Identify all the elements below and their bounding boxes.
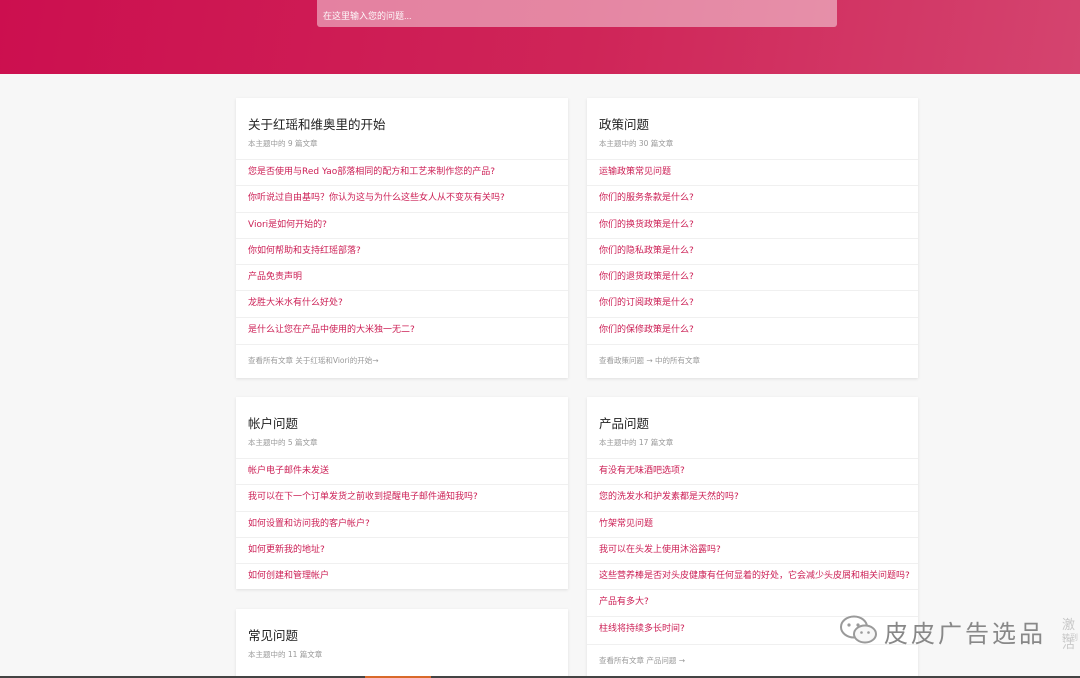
search-input[interactable] bbox=[317, 0, 837, 27]
article-list: 您是否使用与Red Yao部落相同的配方和工艺来制作您的产品? 你听说过自由基吗… bbox=[236, 159, 568, 343]
view-all-link[interactable]: 查看政策问题 → 中的所有文章 bbox=[587, 344, 918, 366]
article-link[interactable]: 产品免责声明 bbox=[236, 264, 568, 290]
article-link[interactable]: Viori是如何开始的? bbox=[236, 211, 568, 238]
topic-title[interactable]: 帐户问题 bbox=[248, 413, 298, 432]
article-link[interactable]: 你们的退货政策是什么? bbox=[587, 264, 918, 290]
article-link[interactable]: 竹架常见问题 bbox=[587, 510, 918, 537]
topic-title[interactable]: 常见问题 bbox=[248, 625, 298, 644]
activation-subtext: 转到 bbox=[1062, 633, 1078, 642]
hero-banner bbox=[0, 0, 1080, 74]
wechat-icon bbox=[840, 615, 877, 644]
topic-article-count: 本主题中的 9 篇文章 bbox=[248, 139, 318, 148]
topic-article-count: 本主题中的 30 篇文章 bbox=[599, 139, 674, 148]
article-link[interactable]: 如何设置和访问我的客户帐户? bbox=[236, 510, 568, 537]
article-list: 帐户电子邮件未发送 我可以在下一个订单发货之前收到提醒电子邮件通知我吗? 如何设… bbox=[236, 458, 568, 589]
article-link[interactable]: 龙胜大米水有什么好处? bbox=[236, 290, 568, 316]
topic-title[interactable]: 关于红瑶和维奥里的开始 bbox=[248, 114, 386, 133]
article-link[interactable]: 我可以在头发上使用沐浴露吗? bbox=[587, 536, 918, 563]
topic-title[interactable]: 政策问题 bbox=[599, 114, 649, 133]
article-link[interactable]: 如何更新我的地址? bbox=[236, 536, 568, 563]
article-link[interactable]: 您是否使用与Red Yao部落相同的配方和工艺来制作您的产品? bbox=[236, 159, 568, 185]
article-link[interactable]: 有没有无味酒吧选项? bbox=[587, 458, 918, 484]
article-link[interactable]: 你们的隐私政策是什么? bbox=[587, 237, 918, 264]
article-link[interactable]: 您的洗发水和护发素都是天然的吗? bbox=[587, 484, 918, 510]
article-link[interactable]: 你如何帮助和支持红瑶部落? bbox=[236, 237, 568, 264]
topic-card: 常见问题 本主题中的 11 篇文章 bbox=[236, 609, 568, 678]
topic-card: 政策问题 本主题中的 30 篇文章 运输政策常见问题 你们的服务条款是什么? 你… bbox=[587, 98, 918, 378]
article-link[interactable]: 是什么让您在产品中使用的大米独一无二? bbox=[236, 316, 568, 343]
topic-title[interactable]: 产品问题 bbox=[599, 413, 649, 432]
watermark-text: 皮皮广告选品 bbox=[884, 620, 1046, 648]
watermark: 皮皮广告选品 激活 转到 bbox=[838, 612, 1080, 652]
article-link[interactable]: 运输政策常见问题 bbox=[587, 159, 918, 185]
article-link[interactable]: 你们的订阅政策是什么? bbox=[587, 290, 918, 316]
article-link[interactable]: 你们的换货政策是什么? bbox=[587, 211, 918, 238]
article-link[interactable]: 你听说过自由基吗？你认为这与为什么这些女人从不变灰有关吗? bbox=[236, 185, 568, 211]
article-link[interactable]: 我可以在下一个订单发货之前收到提醒电子邮件通知我吗? bbox=[236, 484, 568, 510]
article-link[interactable]: 你们的服务条款是什么? bbox=[587, 185, 918, 211]
article-link[interactable]: 如何创建和管理帐户 bbox=[236, 563, 568, 589]
topic-card: 关于红瑶和维奥里的开始 本主题中的 9 篇文章 您是否使用与Red Yao部落相… bbox=[236, 98, 568, 378]
topic-article-count: 本主题中的 11 篇文章 bbox=[248, 650, 323, 659]
view-all-link[interactable]: 查看所有文章 关于红瑶和Viori的开始→ bbox=[236, 344, 568, 366]
topic-article-count: 本主题中的 17 篇文章 bbox=[599, 438, 674, 447]
article-list: 运输政策常见问题 你们的服务条款是什么? 你们的换货政策是什么? 你们的隐私政策… bbox=[587, 159, 918, 343]
view-all-link[interactable]: 查看所有文章 产品问题 → bbox=[587, 644, 918, 666]
topic-card: 帐户问题 本主题中的 5 篇文章 帐户电子邮件未发送 我可以在下一个订单发货之前… bbox=[236, 397, 568, 589]
article-link[interactable]: 帐户电子邮件未发送 bbox=[236, 458, 568, 484]
article-link[interactable]: 你们的保修政策是什么? bbox=[587, 316, 918, 343]
topic-article-count: 本主题中的 5 篇文章 bbox=[248, 438, 318, 447]
article-link[interactable]: 这些营养棒是否对头皮健康有任何显着的好处，它会减少头皮屑和相关问题吗? bbox=[587, 563, 918, 589]
